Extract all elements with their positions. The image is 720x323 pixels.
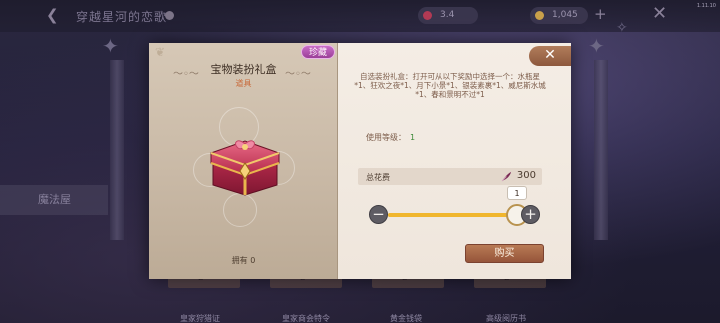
- back-icon[interactable]: ❮: [46, 6, 59, 24]
- close-icon: ✕: [544, 47, 556, 63]
- sidebar-item-magic-house[interactable]: 魔法屋: [0, 185, 108, 215]
- total-cost-label: 总花费: [366, 173, 390, 182]
- increase-quantity-button[interactable]: +: [521, 205, 540, 224]
- item-name: 宝物装扮礼盒: [210, 63, 277, 76]
- add-resource-icon[interactable]: +: [594, 5, 607, 23]
- owned-count: 拥有 0: [231, 256, 256, 265]
- bottom-item-label[interactable]: 皇家狩猎证: [180, 313, 220, 323]
- dialog-close-button[interactable]: ✕: [529, 46, 571, 66]
- use-level: 使用等级： 1: [366, 132, 415, 143]
- sparkle-icon: ✦: [588, 34, 605, 58]
- use-level-label: 使用等级：: [366, 133, 406, 142]
- total-cost-value: 300: [516, 170, 536, 181]
- decrease-quantity-button[interactable]: −: [369, 205, 388, 224]
- decor-pillar: [594, 60, 608, 240]
- glow-ring: [223, 193, 257, 227]
- bottom-item-label[interactable]: 高级阅历书: [486, 313, 526, 323]
- screen-close-icon[interactable]: ✕: [652, 3, 667, 24]
- resource-1-value: 3.4: [440, 10, 455, 20]
- bottom-item-label[interactable]: 皇家商会特令: [282, 313, 330, 323]
- quantity-slider-fill: [388, 213, 521, 217]
- minus-icon: −: [372, 205, 385, 223]
- sidebar-item-5[interactable]: [0, 228, 108, 258]
- item-type: 道具: [235, 79, 252, 88]
- total-cost-bar: 总花费 300: [358, 168, 542, 185]
- ornament-icon: ❦: [155, 45, 166, 59]
- resource-pill-2[interactable]: 1,045: [530, 7, 588, 24]
- quantity-slider[interactable]: [388, 213, 521, 217]
- resource-pill-1[interactable]: 3.4: [418, 7, 478, 24]
- gift-box-icon: [210, 140, 280, 196]
- version-label: 1.11.10: [696, 3, 716, 9]
- rarity-badge: 珍藏: [301, 45, 335, 59]
- purchase-dialog: ❦ ～◦～ ～◦～ 宝物装扮礼盒 道具 珍藏 拥有 0 自选装扮礼盒：打开可从以…: [149, 43, 571, 279]
- quill-currency-icon: [501, 171, 512, 182]
- sidebar-item-1[interactable]: [0, 58, 108, 88]
- gem-icon: [423, 11, 432, 20]
- use-level-value: 1: [410, 133, 416, 142]
- buy-button[interactable]: 购买: [465, 244, 544, 263]
- screen-title: 穿越星河的恋歌: [76, 10, 168, 24]
- decor-pillar: [110, 60, 124, 240]
- quantity-tooltip: 1: [507, 186, 527, 200]
- purchase-panel: 自选装扮礼盒：打开可从以下奖励中选择一个：水瓶星*1、狂欢之夜*1、月下小景*1…: [338, 43, 571, 279]
- sparkle-icon: ✦: [102, 34, 119, 58]
- resource-2-value: 1,045: [552, 10, 578, 20]
- info-dot-icon[interactable]: [165, 11, 174, 20]
- sidebar-item-2[interactable]: [0, 100, 108, 130]
- item-preview-panel: ❦ ～◦～ ～◦～ 宝物装扮礼盒 道具 珍藏 拥有 0: [149, 43, 338, 279]
- coin-icon: [535, 11, 544, 20]
- bottom-item-label[interactable]: 黄金钱袋: [390, 313, 422, 323]
- item-description: 自选装扮礼盒：打开可从以下奖励中选择一个：水瓶星*1、狂欢之夜*1、月下小景*1…: [354, 72, 546, 99]
- sparkle-icon: ✧: [616, 20, 628, 36]
- sidebar-item-3[interactable]: [0, 142, 108, 172]
- plus-icon: +: [524, 205, 537, 223]
